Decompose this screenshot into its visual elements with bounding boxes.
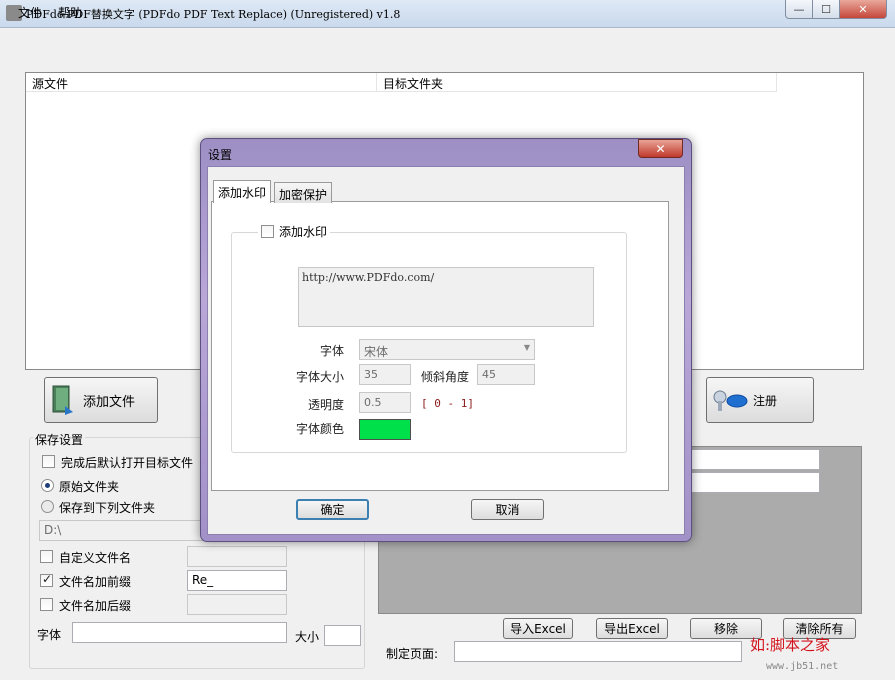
original-folder-label: 原始文件夹: [59, 480, 120, 494]
wm-color-label: 字体颜色: [296, 422, 345, 436]
register-button[interactable]: 注册: [706, 377, 814, 423]
custom-folder-radio[interactable]: [41, 500, 54, 513]
window-title: PDFdo PDF替换文字 (PDFdo PDF Text Replace) (…: [26, 8, 401, 21]
suffix-checkbox[interactable]: [40, 598, 53, 611]
wm-angle-field[interactable]: 45: [477, 364, 535, 385]
column-header-target[interactable]: 目标文件夹: [377, 73, 777, 92]
size-field[interactable]: [324, 625, 361, 646]
wm-opacity-label: 透明度: [308, 398, 345, 412]
wm-font-label: 字体: [320, 344, 345, 358]
key-icon: [711, 385, 749, 415]
minimize-button[interactable]: —: [785, 0, 813, 19]
add-file-button[interactable]: 添加文件: [44, 377, 158, 423]
pdf-add-icon: [51, 384, 75, 416]
dialog-title: 设置: [208, 148, 233, 162]
export-excel-button[interactable]: 导出Excel: [596, 618, 668, 639]
folder-path-field[interactable]: D:\: [39, 520, 203, 541]
wm-angle-label: 倾斜角度: [421, 370, 470, 384]
column-header-source[interactable]: 源文件: [26, 73, 377, 92]
ok-button[interactable]: 确定: [296, 499, 369, 520]
site-watermark: 如:脚本之家: [750, 636, 831, 654]
add-file-label: 添加文件: [83, 394, 136, 410]
custom-name-checkbox[interactable]: [40, 550, 53, 563]
wm-font-select[interactable]: 宋体 ▼: [359, 339, 535, 360]
wm-size-label: 字体大小: [296, 370, 345, 384]
menu-file[interactable]: 文件: [18, 4, 42, 21]
import-excel-button[interactable]: 导入Excel: [503, 618, 573, 639]
page-field[interactable]: [454, 641, 742, 662]
maximize-button[interactable]: ☐: [812, 0, 840, 19]
custom-folder-label: 保存到下列文件夹: [59, 501, 156, 515]
add-watermark-label: 添加水印: [279, 225, 328, 239]
prefix-checkbox[interactable]: [40, 572, 53, 587]
tab-encrypt[interactable]: 加密保护: [274, 182, 333, 203]
cancel-button[interactable]: 取消: [471, 499, 544, 520]
tab-watermark[interactable]: 添加水印: [213, 180, 272, 203]
wm-opacity-field[interactable]: 0.5: [359, 392, 411, 413]
chevron-down-icon: ▼: [523, 343, 530, 352]
page-label: 制定页面:: [386, 647, 439, 661]
original-folder-radio[interactable]: [41, 479, 54, 492]
font-color-swatch[interactable]: [359, 419, 411, 440]
register-label: 注册: [753, 393, 778, 408]
menu-help[interactable]: 帮助: [58, 4, 82, 21]
suffix-field[interactable]: [187, 594, 287, 615]
suffix-label: 文件名加后缀: [59, 599, 132, 613]
wm-font-value: 宋体: [364, 345, 389, 359]
custom-name-field[interactable]: [187, 546, 287, 567]
open-after-label: 完成后默认打开目标文件: [61, 456, 194, 470]
open-after-checkbox[interactable]: [42, 455, 55, 468]
custom-name-label: 自定义文件名: [59, 551, 132, 565]
watermark-legend: 添加水印: [258, 223, 331, 240]
wm-size-field[interactable]: 35: [359, 364, 411, 385]
wm-opacity-range: [ 0 - 1]: [421, 397, 474, 410]
watermark-text-area[interactable]: http://www.PDFdo.com/: [298, 267, 594, 327]
font-label: 字体: [37, 628, 62, 642]
site-watermark-url: www.jb51.net: [766, 661, 839, 672]
prefix-field[interactable]: Re_: [187, 570, 287, 591]
menu-bar: [0, 28, 895, 52]
close-button[interactable]: ✕: [839, 0, 887, 19]
dialog-close-button[interactable]: ✕: [638, 139, 683, 158]
save-settings-legend: 保存设置: [33, 431, 86, 448]
font-field[interactable]: [72, 622, 287, 643]
prefix-label: 文件名加前缀: [59, 575, 132, 589]
size-label: 大小: [295, 630, 320, 644]
add-watermark-checkbox[interactable]: [261, 225, 274, 238]
